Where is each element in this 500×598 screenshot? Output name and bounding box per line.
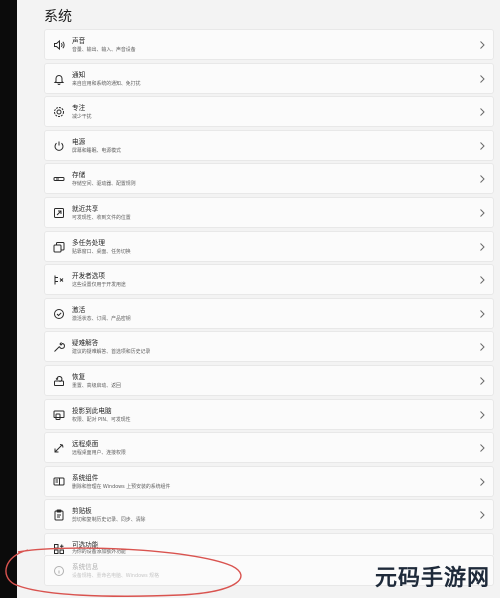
watermark-logo: 元码手游网 <box>374 566 490 591</box>
chevron-right-icon <box>478 207 486 219</box>
settings-item-clipboard[interactable]: 剪贴板 剪切和复制历史记录、同步、清除 <box>44 499 494 531</box>
settings-item-power[interactable]: 电源 屏幕和睡眠、电源模式 <box>44 129 494 161</box>
chevron-right-icon <box>478 375 486 387</box>
item-subtitle: 为你的设备添加额外功能 <box>72 548 126 555</box>
activation-icon <box>53 308 65 320</box>
item-title: 疑难解答 <box>72 339 99 348</box>
chevron-right-icon <box>478 241 486 253</box>
item-subtitle: 远程桌面用户、连接权限 <box>72 450 126 457</box>
item-title: 专注 <box>72 104 86 113</box>
power-icon <box>53 140 65 152</box>
settings-item-notifications[interactable]: 通知 来自应用和系统的通知、免打扰 <box>44 62 494 94</box>
multitasking-icon <box>53 241 65 253</box>
settings-item-troubleshoot[interactable]: 疑难解答 建议的疑难解答、首选项和历史记录 <box>44 331 494 363</box>
item-subtitle: 权限、配对 PIN、可发现性 <box>72 416 131 423</box>
item-title: 电源 <box>72 137 86 146</box>
settings-item-remote-desktop[interactable]: 远程桌面 远程桌面用户、连接权限 <box>44 432 494 464</box>
storage-icon <box>53 173 65 185</box>
item-title: 多任务处理 <box>72 238 105 247</box>
remote-desktop-icon <box>53 442 65 454</box>
chevron-right-icon <box>478 308 486 320</box>
settings-item-sound[interactable]: 声音 音量、输出、输入、声音设备 <box>44 29 494 60</box>
project-icon <box>53 409 65 421</box>
item-subtitle: 这些设置仅用于开发用途 <box>72 282 126 289</box>
bell-icon <box>53 73 65 85</box>
chevron-right-icon <box>478 73 486 85</box>
chevron-right-icon <box>478 341 486 353</box>
item-subtitle: 删除和管理在 Windows 上预安装的系统组件 <box>72 483 171 490</box>
item-subtitle: 重置、高级启动、返回 <box>72 382 121 389</box>
settings-item-nearby-sharing[interactable]: 就近共享 可发现性、收到文件的位置 <box>44 196 494 228</box>
settings-item-optional-features[interactable]: 可选功能 为你的设备添加额外功能 <box>44 532 494 555</box>
item-subtitle: 贴靠窗口、桌面、任务切换 <box>72 248 131 255</box>
item-subtitle: 减少干扰 <box>72 114 92 121</box>
chevron-right-icon <box>478 509 486 521</box>
recovery-icon <box>53 375 65 387</box>
item-title: 开发者选项 <box>72 272 105 281</box>
chevron-right-icon <box>478 274 486 286</box>
settings-item-focus[interactable]: 专注 减少干扰 <box>44 96 494 128</box>
settings-item-developer-options[interactable]: 开发者选项 这些设置仅用于开发用途 <box>44 264 494 296</box>
optional-features-icon <box>53 543 65 555</box>
item-subtitle: 建议的疑难解答、首选项和历史记录 <box>72 349 151 356</box>
chevron-right-icon <box>478 476 486 488</box>
item-title: 系统组件 <box>72 473 99 482</box>
item-title: 投影到此电脑 <box>72 406 112 415</box>
troubleshoot-icon <box>53 341 65 353</box>
clipboard-icon <box>53 509 65 521</box>
settings-item-multitasking[interactable]: 多任务处理 贴靠窗口、桌面、任务切换 <box>44 230 494 262</box>
settings-item-activation[interactable]: 激活 激活状态、订阅、产品密钥 <box>44 297 494 329</box>
item-subtitle: 设备规格、重命名电脑、Windows 规格 <box>72 572 159 579</box>
item-subtitle: 存储空间、驱动器、配置规则 <box>72 181 136 188</box>
chevron-right-icon <box>478 173 486 185</box>
chevron-right-icon <box>478 442 486 454</box>
item-title: 系统信息 <box>72 562 99 571</box>
item-title: 通知 <box>72 70 86 79</box>
item-subtitle: 音量、输出、输入、声音设备 <box>72 47 136 53</box>
developer-icon <box>53 274 65 286</box>
item-title: 存储 <box>72 171 86 180</box>
item-title: 声音 <box>72 37 86 45</box>
item-title: 恢复 <box>72 372 86 381</box>
item-subtitle: 屏幕和睡眠、电源模式 <box>72 147 121 154</box>
focus-icon <box>53 106 65 118</box>
settings-item-recovery[interactable]: 恢复 重置、高级启动、返回 <box>44 364 494 396</box>
settings-item-storage[interactable]: 存储 存储空间、驱动器、配置规则 <box>44 163 494 195</box>
item-title: 就近共享 <box>72 204 99 213</box>
item-subtitle: 剪切和复制历史记录、同步、清除 <box>72 517 146 524</box>
left-dark-edge <box>0 0 17 598</box>
settings-item-project-to-pc[interactable]: 投影到此电脑 权限、配对 PIN、可发现性 <box>44 398 494 430</box>
item-title: 剪贴板 <box>72 507 92 516</box>
nearby-share-icon <box>53 207 65 219</box>
settings-list: 声音 音量、输出、输入、声音设备 通知 来自应用和系统的通知、免打扰 专注 减少… <box>44 29 494 589</box>
settings-item-system-components[interactable]: 系统组件 删除和管理在 Windows 上预安装的系统组件 <box>44 465 494 497</box>
chevron-right-icon <box>478 409 486 421</box>
speaker-icon <box>53 39 65 51</box>
item-subtitle: 可发现性、收到文件的位置 <box>72 214 131 221</box>
item-subtitle: 来自应用和系统的通知、免打扰 <box>72 80 141 87</box>
chevron-right-icon <box>478 39 486 51</box>
item-subtitle: 激活状态、订阅、产品密钥 <box>72 315 131 322</box>
chevron-right-icon <box>478 106 486 118</box>
info-icon <box>53 565 65 577</box>
chevron-right-icon <box>478 140 486 152</box>
item-title: 远程桌面 <box>72 440 99 449</box>
system-components-icon <box>53 476 65 488</box>
page-title: 系统 <box>44 9 72 25</box>
item-title: 激活 <box>72 305 86 314</box>
